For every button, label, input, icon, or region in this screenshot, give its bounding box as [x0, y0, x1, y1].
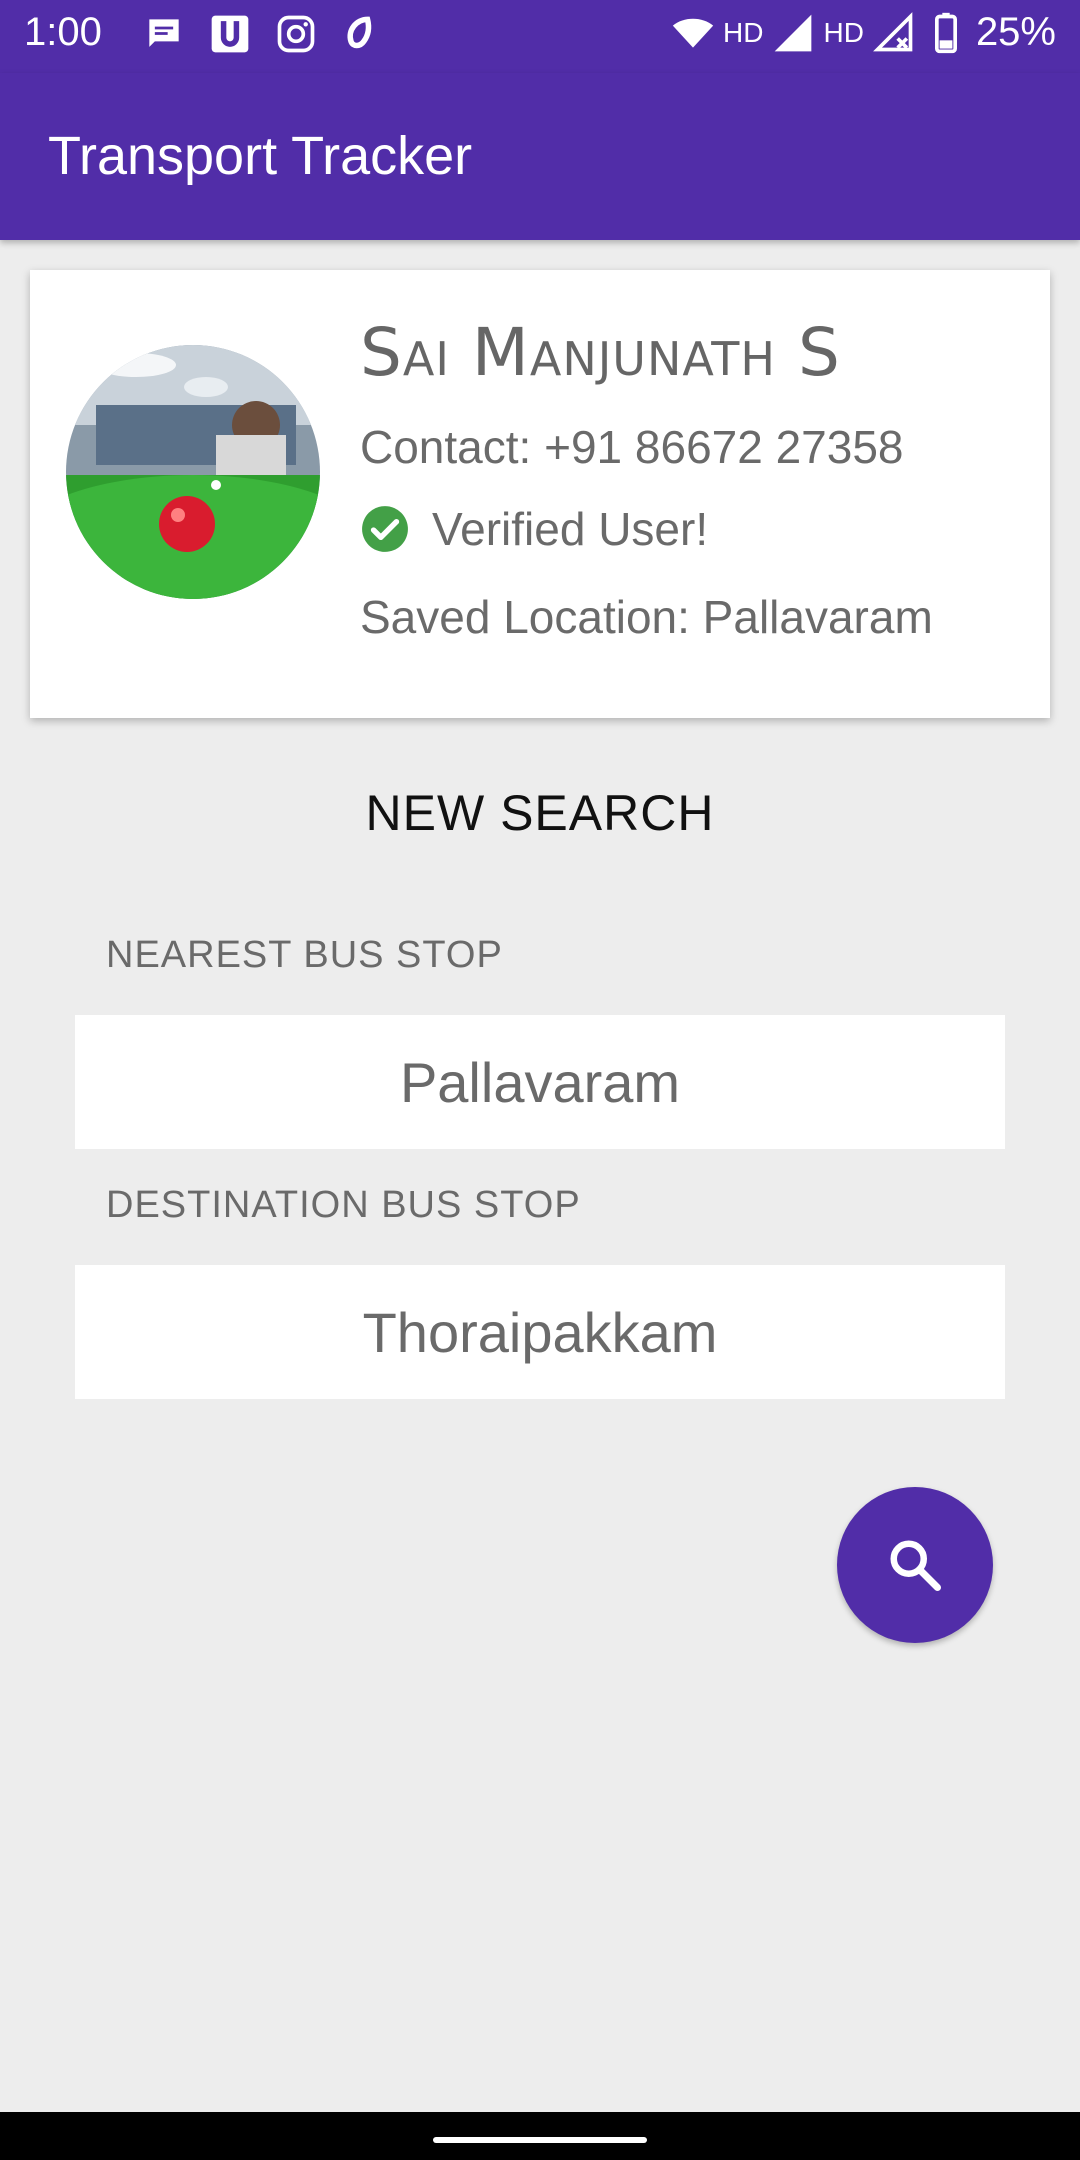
- search-icon: [890, 1540, 941, 1591]
- signal-icon: [775, 14, 812, 51]
- home-gesture-handle[interactable]: [433, 2137, 647, 2143]
- navigation-bar: [0, 2112, 1080, 2160]
- status-indicators: HD HD 25%: [671, 10, 1056, 55]
- avatar[interactable]: [66, 345, 320, 599]
- profile-contact: Contact: +91 86672 27358: [360, 421, 904, 473]
- battery-level: 25%: [975, 10, 1056, 54]
- verified-status: Verified User!: [360, 502, 708, 556]
- app-bar: Transport Tracker: [0, 73, 1080, 240]
- network-type-label-2: HD: [823, 16, 864, 48]
- wifi-icon: [672, 18, 714, 48]
- saved-location: Saved Location: Pallavaram: [360, 591, 933, 643]
- status-bar: 1:00 HD HD 25%: [0, 0, 1080, 73]
- check-circle-icon: [362, 506, 408, 552]
- nearest-bus-stop-label: NEAREST BUS STOP: [106, 934, 503, 976]
- network-type-label: HD: [723, 16, 764, 48]
- nearest-bus-stop-field[interactable]: Pallavaram: [75, 1015, 1005, 1149]
- verified-label: Verified User!: [432, 503, 709, 555]
- messages-icon: [149, 19, 179, 47]
- profile-name: Sai Manjunath S: [360, 314, 841, 391]
- avatar-photo: [66, 345, 320, 599]
- u-app-icon: [211, 15, 249, 53]
- search-button[interactable]: [837, 1487, 993, 1643]
- instagram-icon: [277, 15, 315, 53]
- new-search-title: NEW SEARCH: [365, 785, 715, 841]
- notification-icons: [142, 12, 384, 56]
- destination-bus-stop-field[interactable]: Thoraipakkam: [75, 1265, 1005, 1399]
- battery-icon: [934, 12, 957, 53]
- airtel-icon: [347, 16, 372, 49]
- status-time: 1:00: [24, 10, 102, 54]
- profile-card: Sai Manjunath S Contact: +91 86672 27358…: [30, 270, 1050, 718]
- signal-no-data-icon: [873, 11, 913, 51]
- destination-bus-stop-label: DESTINATION BUS STOP: [106, 1184, 581, 1226]
- app-title: Transport Tracker: [48, 126, 473, 186]
